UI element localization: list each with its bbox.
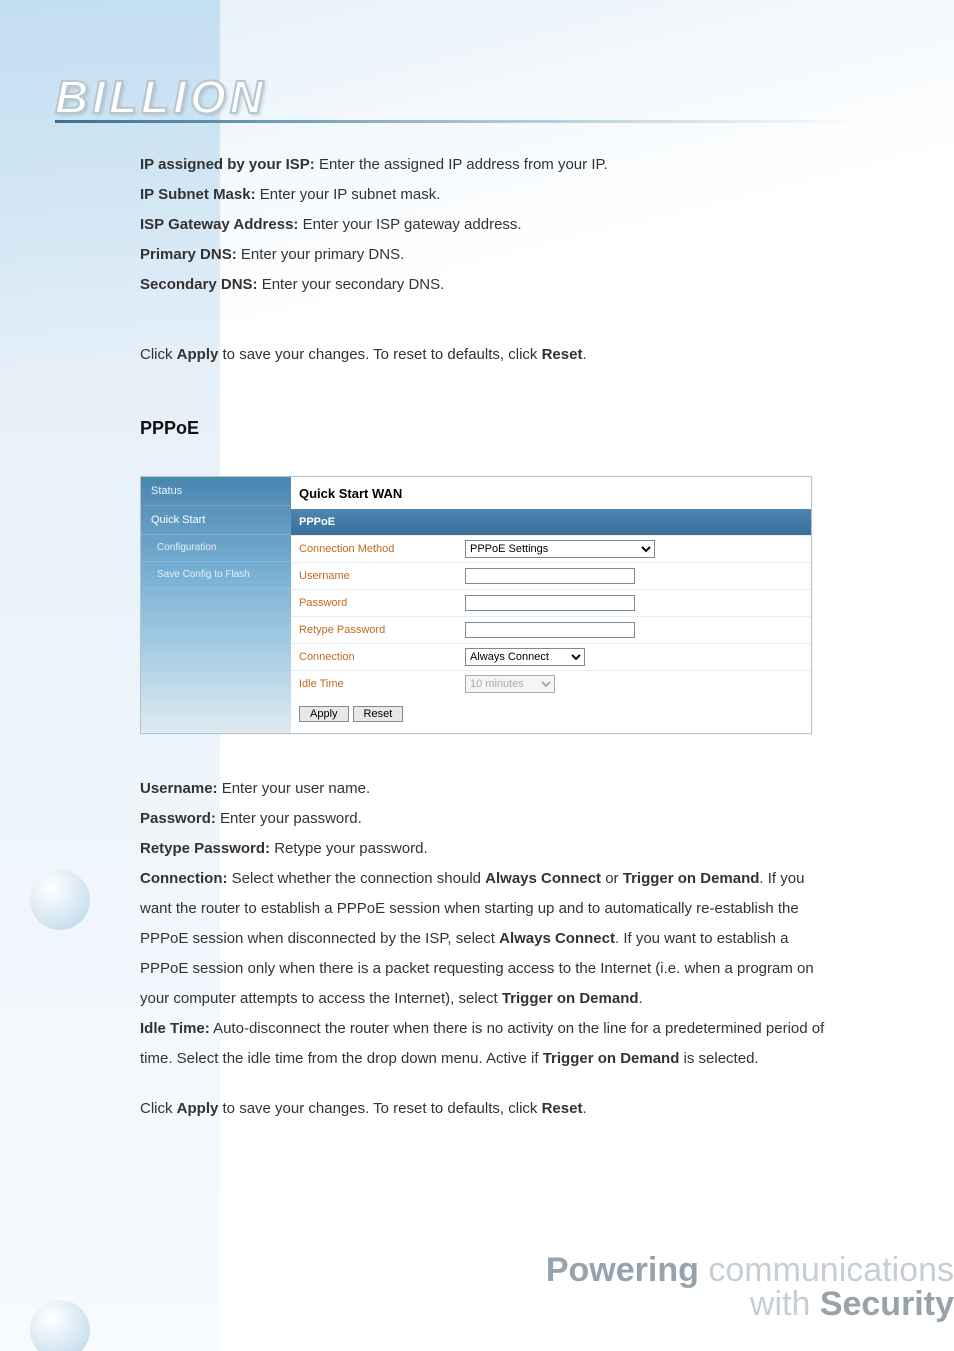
router-panel-title: Quick Start WAN [291, 477, 811, 509]
router-button-row: ApplyReset [291, 697, 811, 733]
definition-line: IP assigned by your ISP: Enter the assig… [140, 150, 840, 180]
pppoe-heading: PPPoE [140, 418, 199, 438]
brand-logo: BILLION [55, 70, 875, 123]
definition-line: Retype Password: Retype your password. [140, 834, 840, 864]
sidebar-item-status[interactable]: Status [141, 477, 291, 506]
text: or [601, 870, 623, 887]
footer-powering: Powering [546, 1251, 699, 1289]
trigger-on-demand-term: Trigger on Demand [623, 870, 760, 887]
text: to save your changes. To reset to defaul… [218, 346, 541, 363]
router-panel-subhead: PPPoE [291, 509, 811, 535]
username-input[interactable] [465, 568, 635, 584]
password-input[interactable] [465, 595, 635, 611]
text: Click [140, 346, 177, 363]
reset-word: Reset [542, 1100, 583, 1117]
table-row: Username [291, 563, 811, 590]
section-heading: PPPoE [140, 410, 840, 446]
apply-reset-sentence: Click Apply to save your changes. To res… [140, 1094, 840, 1124]
definition-label: Secondary DNS: [140, 276, 258, 293]
definition-label: Connection: [140, 870, 228, 887]
retype-password-input[interactable] [465, 622, 635, 638]
footer-with: with [750, 1285, 820, 1323]
definition-line: ISP Gateway Address: Enter your ISP gate… [140, 210, 840, 240]
footer-security: Security [820, 1285, 954, 1323]
footer-line-1: Powering communications [546, 1253, 954, 1287]
router-main-panel: Quick Start WAN PPPoE Connection Method … [291, 477, 811, 733]
definition-label: Retype Password: [140, 840, 270, 857]
footer-line-2: with Security [546, 1287, 954, 1321]
table-row: Password [291, 590, 811, 617]
footer-communications: communications [699, 1251, 954, 1289]
always-connect-term: Always Connect [499, 930, 615, 947]
definition-label: IP Subnet Mask: [140, 186, 256, 203]
footer-branding: Powering communications with Security [546, 1253, 954, 1321]
decorative-sphere [30, 1300, 90, 1351]
sidebar-item-configuration[interactable]: Configuration [141, 535, 291, 562]
definition-label: Password: [140, 810, 216, 827]
decorative-sphere [30, 870, 90, 930]
definition-text: Enter the assigned IP address from your … [315, 156, 608, 173]
definition-text: Enter your password. [216, 810, 362, 827]
field-label-connection: Connection [291, 644, 457, 671]
connection-paragraph: Connection: Select whether the connectio… [140, 864, 840, 1014]
field-label-retype-password: Retype Password [291, 617, 457, 644]
text: . [582, 1100, 586, 1117]
text: . [582, 346, 586, 363]
trigger-on-demand-term: Trigger on Demand [502, 990, 639, 1007]
idle-time-paragraph: Idle Time: Auto-disconnect the router wh… [140, 1014, 840, 1074]
definition-text: Enter your secondary DNS. [258, 276, 445, 293]
definition-text: Enter your primary DNS. [237, 246, 405, 263]
router-screenshot: Status Quick Start Configuration Save Co… [140, 476, 812, 734]
definition-text: Enter your user name. [218, 780, 371, 797]
document-content: IP assigned by your ISP: Enter the assig… [140, 150, 840, 1124]
idle-time-select[interactable]: 10 minutes [465, 675, 555, 693]
definition-line: IP Subnet Mask: Enter your IP subnet mas… [140, 180, 840, 210]
field-label-password: Password [291, 590, 457, 617]
field-label-username: Username [291, 563, 457, 590]
apply-word: Apply [177, 1100, 219, 1117]
definition-text: Enter your IP subnet mask. [256, 186, 441, 203]
field-label-idle-time: Idle Time [291, 671, 457, 698]
reset-button[interactable]: Reset [353, 706, 404, 722]
connection-method-select[interactable]: PPPoE Settings [465, 540, 655, 558]
reset-word: Reset [542, 346, 583, 363]
definition-label: IP assigned by your ISP: [140, 156, 315, 173]
always-connect-term: Always Connect [485, 870, 601, 887]
connection-select[interactable]: Always Connect [465, 648, 585, 666]
definition-line: Password: Enter your password. [140, 804, 840, 834]
definition-text: Retype your password. [270, 840, 428, 857]
definition-line: Username: Enter your user name. [140, 774, 840, 804]
apply-word: Apply [177, 346, 219, 363]
field-label-connection-method: Connection Method [291, 536, 457, 563]
table-row: Retype Password [291, 617, 811, 644]
definition-label: Idle Time: [140, 1020, 210, 1037]
definition-label: ISP Gateway Address: [140, 216, 298, 233]
router-sidebar: Status Quick Start Configuration Save Co… [141, 477, 291, 733]
definition-label: Primary DNS: [140, 246, 237, 263]
table-row: Idle Time 10 minutes [291, 671, 811, 698]
sidebar-item-quick-start[interactable]: Quick Start [141, 506, 291, 535]
text: Select whether the connection should [228, 870, 486, 887]
apply-reset-sentence: Click Apply to save your changes. To res… [140, 340, 840, 370]
router-form-table: Connection Method PPPoE Settings Usernam… [291, 535, 811, 697]
text: . [639, 990, 643, 1007]
definition-line: Primary DNS: Enter your primary DNS. [140, 240, 840, 270]
definition-text: Enter your ISP gateway address. [298, 216, 521, 233]
text: is selected. [679, 1050, 758, 1067]
text: to save your changes. To reset to defaul… [218, 1100, 541, 1117]
sidebar-item-save-config[interactable]: Save Config to Flash [141, 562, 291, 589]
table-row: Connection Always Connect [291, 644, 811, 671]
apply-button[interactable]: Apply [299, 706, 349, 722]
trigger-on-demand-term: Trigger on Demand [543, 1050, 680, 1067]
table-row: Connection Method PPPoE Settings [291, 536, 811, 563]
text: Click [140, 1100, 177, 1117]
definition-line: Secondary DNS: Enter your secondary DNS. [140, 270, 840, 300]
definition-label: Username: [140, 780, 218, 797]
brand-logo-text: BILLION [55, 70, 875, 124]
